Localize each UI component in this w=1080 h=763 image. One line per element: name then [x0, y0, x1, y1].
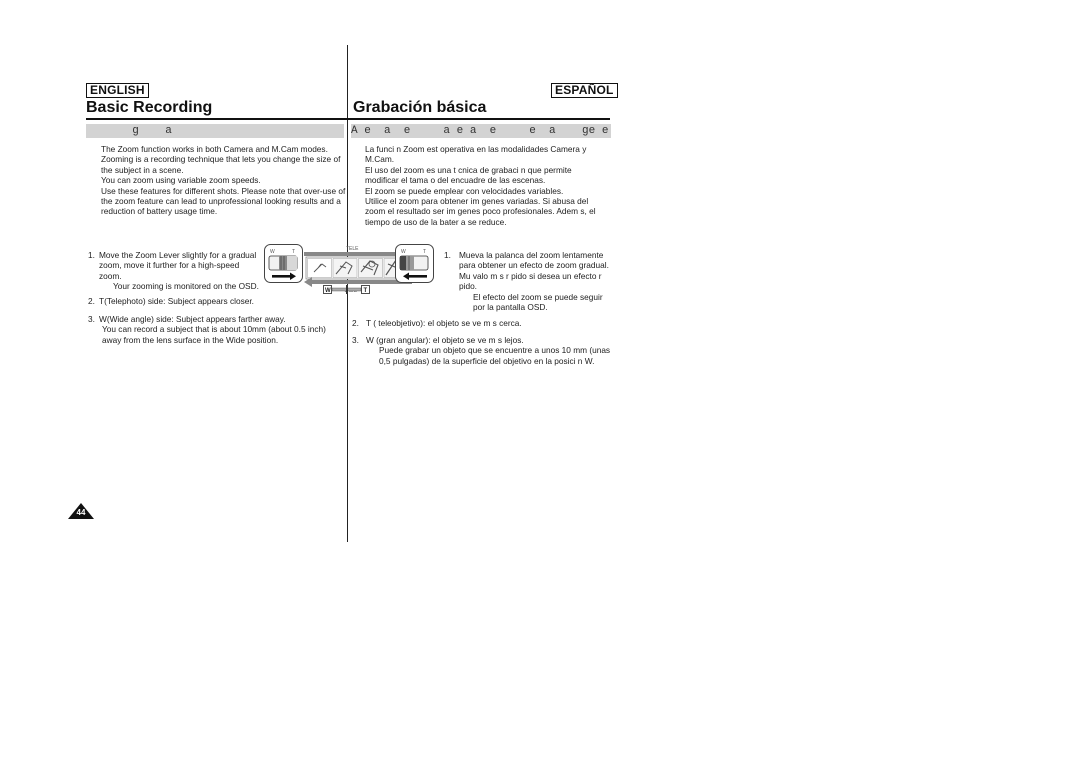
step-number: 2.	[88, 296, 95, 306]
step-text: W (gran angular): el objeto se ve m s le…	[366, 335, 524, 345]
zoom-frame-mid	[332, 258, 358, 278]
w-key: W	[325, 288, 331, 294]
espanol-intro-paragraph: La funci n Zoom est operativa en las mod…	[365, 144, 587, 165]
step-subtext: You can record a subject that is about 1…	[102, 324, 326, 345]
english-intro-paragraph: The Zoom function works in both Camera a…	[101, 144, 328, 154]
step-number: 3.	[88, 314, 95, 324]
english-step-1-note: Your zooming is monitored on the OSD.	[88, 281, 278, 291]
espanol-language-badge: ESPAÑOL	[551, 83, 618, 98]
step-subtext: Puede grabar un objeto que se encuentre …	[379, 345, 611, 366]
lever-t-mark: T	[292, 249, 295, 255]
zoom-lever-right: W T	[395, 244, 434, 283]
espanol-intro-paragraph: Utilice el zoom para obtener im genes va…	[365, 196, 596, 227]
espanol-step-3: 3. W (gran angular): el objeto se ve m s…	[352, 335, 614, 366]
espanol-intro-paragraph: El zoom se puede emplear con velocidades…	[365, 185, 564, 196]
zoom-scale: W T	[323, 283, 371, 295]
espanol-title-rule	[348, 118, 610, 120]
english-step-3: 3. W(Wide angle) side: Subject appears f…	[88, 314, 343, 345]
english-title-rule	[86, 118, 348, 120]
step-text: W(Wide angle) side: Subject appears fart…	[99, 314, 286, 324]
english-language-badge: ENGLISH	[86, 83, 149, 98]
step-subtext: El efecto del zoom se puede seguir por l…	[473, 291, 603, 313]
espanol-page-title: Grabación básica	[353, 99, 487, 116]
english-intro-paragraph: You can zoom using variable zoom speeds.	[101, 175, 261, 186]
step-text: T(Telephoto) side: Subject appears close…	[99, 296, 254, 306]
espanol-step-1: 1. Mueva la palanca del zoom lentamente …	[444, 250, 610, 312]
espanol-step-2: 2. T ( teleobjetivo): el objeto se ve m …	[352, 318, 607, 328]
lever-w-mark: W	[270, 249, 275, 255]
zoom-lever-left: W T	[264, 244, 303, 283]
tele-label: TELE	[346, 246, 359, 252]
espanol-intro-paragraph: El uso del zoom es una t cnica de grabac…	[365, 164, 572, 186]
english-intro: The Zoom function works in both Camera a…	[101, 144, 346, 217]
zoom-frame-wide	[307, 258, 332, 278]
t-key: T	[364, 288, 368, 294]
espanol-intro: La funci n Zoom est operativa en las mod…	[365, 144, 600, 227]
step-number: 3.	[352, 335, 359, 345]
step-subtext: Your zooming is monitored on the OSD.	[113, 281, 259, 291]
english-intro-paragraph: Use these features for different shots. …	[101, 185, 346, 217]
english-intro-paragraph: Zooming is a recording technique that le…	[101, 154, 341, 175]
step-number: 2.	[352, 318, 359, 328]
english-subheading: g a	[86, 124, 344, 138]
zoom-position-indicator	[346, 285, 348, 294]
page-number-text: 44	[76, 508, 86, 517]
step-number: 1.	[444, 250, 451, 260]
espanol-subheading: A e a e a e a e e a ge e	[351, 124, 611, 138]
step-text: T ( teleobjetivo): el objeto se ve m s c…	[366, 318, 522, 328]
lever-w-mark: W	[401, 249, 406, 255]
page-number: 44	[68, 503, 94, 519]
english-step-1: 1. Move the Zoom Lever slightly for a gr…	[88, 250, 263, 281]
zoom-frame-close	[358, 258, 383, 278]
lever-t-mark: T	[423, 249, 426, 255]
step-text: Move the Zoom Lever slightly for a gradu…	[99, 250, 257, 281]
english-step-2: 2. T(Telephoto) side: Subject appears cl…	[88, 296, 338, 306]
english-page-title: Basic Recording	[86, 99, 213, 116]
step-number: 1.	[88, 250, 95, 260]
zoom-sequence-images	[305, 256, 411, 280]
step-text: Mueva la palanca del zoom lentamente par…	[459, 250, 609, 292]
